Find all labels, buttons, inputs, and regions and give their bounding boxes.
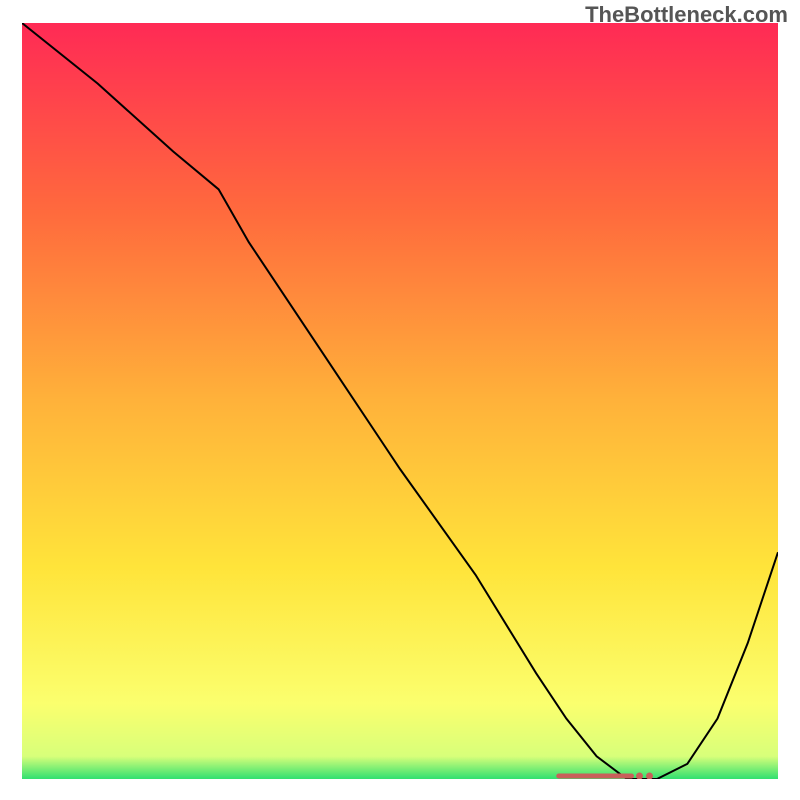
gradient-background [22,23,778,779]
plot-area [22,23,778,779]
chart-svg [22,23,778,779]
chart-stage: TheBottleneck.com [0,0,800,800]
